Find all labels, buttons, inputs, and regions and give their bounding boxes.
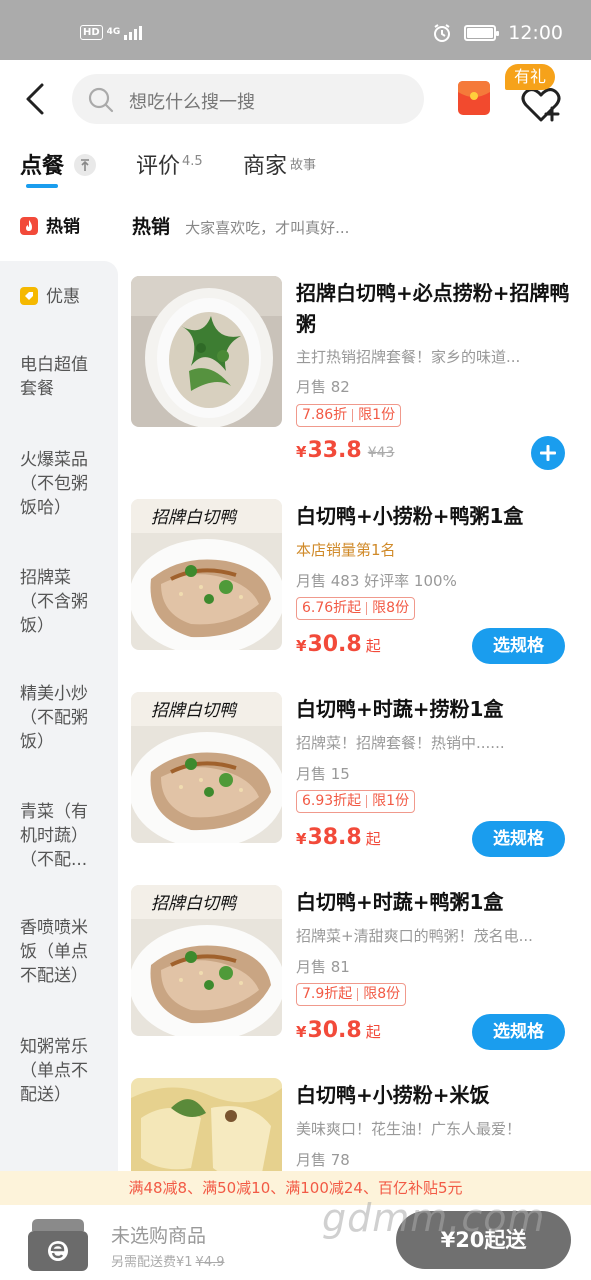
tab-merchant[interactable]: 商家 [243, 148, 287, 180]
delivery-fee: 另需配送费¥1 ¥4.9 [111, 1255, 225, 1270]
sidebar-item-greens[interactable]: 青菜（有机时蔬）（不配... [0, 800, 118, 872]
tab-reviews[interactable]: 评价 [136, 148, 180, 180]
purchase-limit: 限1份 [358, 407, 396, 423]
network-type: 4G [106, 26, 121, 37]
gift-badge: 有礼 [505, 64, 556, 90]
item-sales: 月售 15 [296, 765, 350, 783]
flame-icon [20, 217, 38, 235]
search-placeholder: 想吃什么搜一搜 [129, 92, 255, 113]
hd-indicator: HD [80, 24, 103, 40]
discount-tag: 6.93折起 限1份 [296, 790, 416, 813]
purchase-limit: 限8份 [372, 600, 410, 616]
discount-tag: 6.76折起 限8份 [296, 597, 416, 620]
original-delivery-fee: ¥4.9 [195, 1255, 225, 1270]
section-title: 热销 [132, 216, 171, 238]
menu-item[interactable]: 招牌白切鸭 白切鸭+时蔬+鸭粥1盒 招牌菜+清甜爽口的鸭粥！茂名电... 月售 … [131, 885, 583, 1065]
status-bar: HD 4G 12:00 [0, 0, 591, 60]
alarm-icon [434, 24, 451, 42]
clock: 12:00 [508, 22, 563, 44]
sidebar-item-congee[interactable]: 知粥常乐（单点不配送） [0, 1035, 118, 1107]
purchase-limit: 限1份 [372, 793, 410, 809]
section-desc: 大家喜欢吃，才叫真好... [185, 219, 350, 237]
dish-photo: 招牌白切鸭 [131, 885, 282, 1036]
item-price: ¥38.8 起 [296, 825, 381, 850]
tab-merchant-story: 故事 [290, 158, 317, 173]
discount-tag: 7.86折 限1份 [296, 404, 402, 427]
add-to-cart-button[interactable] [531, 436, 565, 470]
sidebar-item-hot[interactable]: 热销 [0, 197, 118, 261]
watermark: gdmm.com [322, 1196, 546, 1240]
item-desc: 招牌菜！招牌套餐！热销中...... [296, 734, 505, 752]
photo-caption: 招牌白切鸭 [151, 894, 238, 914]
discount-rate: 6.93折起 [302, 793, 362, 809]
item-desc: 招牌菜+清甜爽口的鸭粥！茂名电... [296, 927, 533, 945]
menu-item[interactable]: 招牌白切鸭 白切鸭+小捞粉+鸭粥1盒 本店销量第1名 月售 483 好评率 10… [131, 499, 583, 679]
item-desc: 主打热销招牌套餐！家乡的味道... [296, 348, 521, 366]
sidebar-item-signature[interactable]: 招牌菜（不含粥饭） [0, 566, 118, 638]
photo-caption: 招牌白切鸭 [151, 701, 238, 721]
original-price: ¥43 [367, 445, 395, 461]
shopping-bag-icon[interactable] [26, 1215, 90, 1273]
menu-item[interactable]: 白切鸭+小捞粉+米饭 美味爽口！花生油！广东人最爱！ 月售 78 [131, 1078, 583, 1171]
item-price: ¥30.8 起 [296, 632, 381, 657]
item-sales: 月售 78 [296, 1151, 350, 1169]
item-sales: 月售 483 好评率 100% [296, 572, 457, 590]
pin-top-icon[interactable] [74, 154, 96, 176]
sidebar-item-stir-fry[interactable]: 精美小炒（不配粥饭） [0, 682, 118, 754]
discount-tag: 7.9折起 限8份 [296, 983, 407, 1006]
tab-reviews-score: 4.5 [182, 154, 203, 169]
item-name: 白切鸭+小捞粉+米饭 [296, 1083, 490, 1107]
sidebar-item-discount[interactable]: 优惠 [0, 285, 118, 309]
tab-order[interactable]: 点餐 [20, 148, 64, 180]
choose-spec-button[interactable]: 选规格 [472, 628, 565, 664]
tab-bar: 点餐 评价 4.5 商家 故事 [0, 138, 591, 196]
dish-photo [131, 1078, 282, 1171]
category-sidebar: 热销 优惠 电白超值套餐 火爆菜品（不包粥饭哈） 招牌菜（不含粥饭） 精美小炒（… [0, 197, 118, 1197]
choose-spec-button[interactable]: 选规格 [472, 1014, 565, 1050]
dish-photo: 招牌白切鸭 [131, 499, 282, 650]
sidebar-item-label: 优惠 [46, 287, 80, 307]
item-name: 白切鸭+时蔬+捞粉1盒 [296, 697, 504, 721]
header: 想吃什么搜一搜 有礼 [0, 60, 591, 138]
discount-rate: 7.86折 [302, 407, 348, 423]
choose-spec-button[interactable]: 选规格 [472, 821, 565, 857]
red-packet-icon[interactable] [457, 80, 491, 116]
menu-item[interactable]: 招牌白切鸭+必点捞粉+招牌鸭粥 主打热销招牌套餐！家乡的味道... 月售 82 … [131, 276, 583, 470]
item-price: ¥33.8 ¥43 [296, 438, 395, 463]
discount-rate: 7.9折起 [302, 986, 353, 1002]
sales-rank: 本店销量第1名 [296, 541, 396, 559]
back-arrow-icon[interactable] [22, 82, 50, 116]
item-price: ¥30.8 起 [296, 1018, 381, 1043]
item-name: 招牌白切鸭+必点捞粉+招牌鸭粥 [296, 281, 570, 336]
coupon-icon [20, 287, 38, 305]
search-icon [88, 87, 114, 113]
active-tab-indicator [26, 184, 58, 188]
sidebar-active-connector [0, 261, 118, 275]
photo-caption: 招牌白切鸭 [151, 508, 238, 528]
item-sales: 月售 81 [296, 958, 350, 976]
discount-rate: 6.76折起 [302, 600, 362, 616]
menu-item[interactable]: 招牌白切鸭 白切鸭+时蔬+捞粉1盒 招牌菜！招牌套餐！热销中...... 月售 … [131, 692, 583, 872]
sidebar-item-hot-dishes[interactable]: 火爆菜品（不包粥饭哈） [0, 448, 118, 520]
sidebar-item-rice[interactable]: 香喷喷米饭（单点不配送） [0, 916, 118, 988]
sidebar-item-label: 热销 [46, 217, 80, 237]
item-desc: 美味爽口！花生油！广东人最爱！ [296, 1120, 522, 1138]
signal-icon [124, 24, 143, 40]
item-sales: 月售 82 [296, 378, 350, 396]
item-name: 白切鸭+小捞粉+鸭粥1盒 [296, 504, 524, 528]
section-header: 热销 大家喜欢吃，才叫真好... [132, 212, 349, 239]
purchase-limit: 限8份 [363, 986, 401, 1002]
cart-status: 未选购商品 [111, 1225, 207, 1247]
sidebar-item-combo[interactable]: 电白超值套餐 [0, 353, 118, 401]
item-name: 白切鸭+时蔬+鸭粥1盒 [296, 890, 504, 914]
dish-photo [131, 276, 282, 427]
battery-icon [464, 25, 500, 41]
dish-photo: 招牌白切鸭 [131, 692, 282, 843]
search-input[interactable]: 想吃什么搜一搜 [72, 74, 424, 124]
